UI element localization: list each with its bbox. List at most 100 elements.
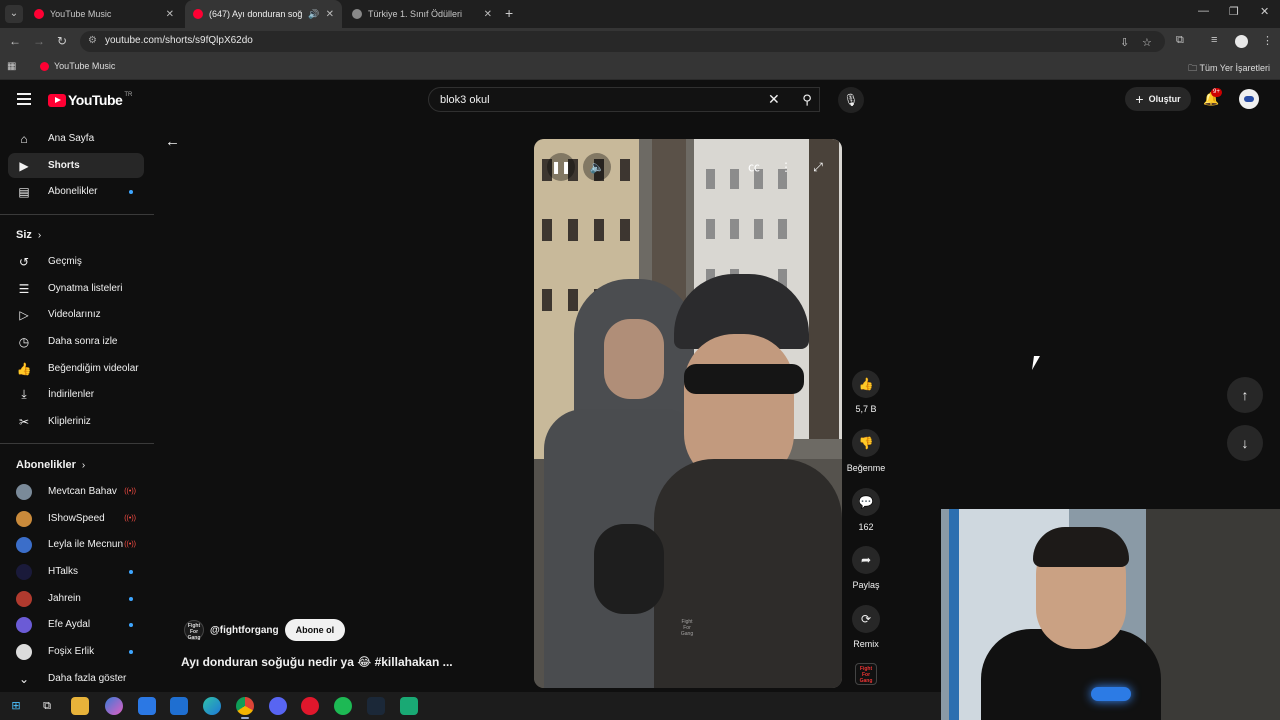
- pause-icon[interactable]: ❚❚: [547, 153, 575, 181]
- show-more-button[interactable]: ⌄ Daha fazla göster: [8, 666, 144, 691]
- watch-later-icon: ◷: [18, 334, 30, 349]
- like-action[interactable]: 👍 5,7 B: [846, 370, 886, 414]
- subscriptions-section-heading[interactable]: Abonelikler ›: [16, 459, 85, 471]
- close-tab-icon[interactable]: ✕: [484, 9, 492, 20]
- search-query-text[interactable]: blok3 okul: [440, 94, 490, 106]
- outlook-icon[interactable]: [170, 697, 188, 715]
- comments-action[interactable]: 💬 162: [846, 488, 886, 532]
- all-bookmarks-button[interactable]: 🗀 Tüm Yer İşaretleri: [1188, 61, 1270, 77]
- extensions-icon[interactable]: ⧉: [1176, 34, 1184, 47]
- sidebar-channel-htalks[interactable]: HTalks: [8, 559, 144, 584]
- channel-avatar[interactable]: Fight For Gang: [184, 620, 204, 641]
- app-icon[interactable]: [400, 697, 418, 715]
- sidebar-item-playlists[interactable]: ☰ Oynatma listeleri: [8, 276, 144, 301]
- discord-icon[interactable]: [269, 697, 287, 715]
- volume-icon[interactable]: 🔈: [583, 153, 611, 181]
- sidebar-channel-ishowspeed[interactable]: IShowSpeed ((•)): [8, 506, 144, 531]
- sidebar-item-home[interactable]: ⌂ Ana Sayfa: [8, 126, 144, 151]
- microphone-icon[interactable]: 🎙: [838, 87, 864, 113]
- install-app-icon[interactable]: ⇩: [1120, 36, 1129, 49]
- menu-icon[interactable]: [17, 93, 31, 105]
- store-icon[interactable]: [138, 697, 156, 715]
- channel-thumbnail[interactable]: Fight For Gang: [855, 663, 877, 685]
- search-input[interactable]: blok3 okul ✕: [428, 87, 820, 112]
- sidebar-item-subscriptions[interactable]: ▤ Abonelikler: [8, 179, 144, 204]
- apps-grid-icon[interactable]: ▦: [7, 61, 16, 72]
- share-icon[interactable]: ➦: [852, 546, 880, 574]
- channel-handle[interactable]: @fightforgang: [210, 625, 279, 636]
- close-tab-icon[interactable]: ✕: [166, 9, 174, 20]
- sidebar-channel-mevtcan-bahav[interactable]: Mevtcan Bahav ((•)): [8, 479, 144, 504]
- you-section-heading[interactable]: Siz ›: [16, 229, 41, 241]
- windows-start-icon[interactable]: ⊞: [7, 697, 25, 715]
- fullscreen-icon[interactable]: ⤢: [804, 153, 832, 181]
- reload-icon[interactable]: ↻: [57, 34, 67, 48]
- chrome-icon[interactable]: [236, 697, 254, 719]
- minimize-icon[interactable]: —: [1198, 5, 1209, 17]
- task-view-icon[interactable]: ⧉: [38, 697, 56, 715]
- new-tab-button[interactable]: +: [505, 5, 513, 21]
- previous-short-button[interactable]: ↑: [1227, 377, 1263, 413]
- section-title: Abonelikler: [16, 459, 76, 471]
- restore-icon[interactable]: ❐: [1229, 5, 1239, 18]
- more-menu-icon[interactable]: ⋮: [1262, 34, 1273, 47]
- streamer-webcam: [941, 509, 1280, 720]
- clear-search-icon[interactable]: ✕: [768, 91, 780, 108]
- sidebar-channel-efe-aydal[interactable]: Efe Aydal: [8, 612, 144, 637]
- sidebar-item-label: Daha sonra izle: [48, 336, 118, 347]
- channel-avatar: [16, 510, 32, 527]
- remix-action[interactable]: ⟳ Remix: [846, 605, 886, 649]
- next-short-button[interactable]: ↓: [1227, 425, 1263, 461]
- account-avatar[interactable]: [1239, 89, 1259, 109]
- create-button[interactable]: + Oluştur: [1125, 87, 1191, 111]
- sidebar-channel-jahrein[interactable]: Jahrein: [8, 586, 144, 611]
- sidebar-item-watch-later[interactable]: ◷ Daha sonra izle: [8, 329, 144, 354]
- speaker-icon[interactable]: 🔊: [308, 9, 319, 20]
- close-tab-icon[interactable]: ✕: [326, 9, 334, 20]
- youtube-logo[interactable]: YouTube TR: [48, 92, 132, 108]
- bookmark-star-icon[interactable]: ☆: [1142, 36, 1152, 49]
- address-bar[interactable]: ⚙ youtube.com/shorts/s9fQlpX62do ⇩ ☆: [80, 31, 1165, 52]
- back-arrow-icon[interactable]: ←: [165, 133, 180, 150]
- media-control-icon[interactable]: ≡: [1211, 34, 1217, 46]
- opera-icon[interactable]: [301, 697, 319, 715]
- url-text[interactable]: youtube.com/shorts/s9fQlpX62do: [105, 35, 253, 46]
- sidebar-item-liked-videos[interactable]: 👍 Beğendiğim videolar: [8, 356, 144, 381]
- edge-icon[interactable]: [203, 697, 221, 715]
- browser-toolbar: ← → ↻ ⚙ youtube.com/shorts/s9fQlpX62do ⇩…: [0, 28, 1280, 55]
- file-explorer-icon[interactable]: [71, 697, 89, 715]
- short-title[interactable]: Ayı donduran soğuğu nedir ya 😂 #killahak…: [181, 655, 453, 669]
- sidebar-item-clips[interactable]: ✂ Klipleriniz: [8, 409, 144, 434]
- tab-youtube-short[interactable]: (647) Ayı donduran soğuğu 🔊 ✕: [185, 0, 342, 28]
- site-info-icon[interactable]: ⚙: [88, 35, 97, 46]
- dislike-action[interactable]: 👎 Beğenme: [846, 429, 886, 473]
- spotify-icon[interactable]: [334, 697, 352, 715]
- sidebar-channel-fosix-erlik[interactable]: Foşix Erlik: [8, 639, 144, 664]
- sidebar-item-your-videos[interactable]: ▷ Videolarınız: [8, 302, 144, 327]
- tab-search-button[interactable]: ⌄: [5, 5, 23, 23]
- close-window-icon[interactable]: ✕: [1260, 5, 1269, 18]
- sidebar-channel-leyla-ile-mecnun[interactable]: Leyla ile Mecnun ((•)): [8, 532, 144, 557]
- subscribe-button[interactable]: Abone ol: [284, 619, 346, 641]
- bookmark-youtube-music[interactable]: YouTube Music: [40, 61, 115, 71]
- sidebar-item-shorts[interactable]: ▶ Shorts: [8, 153, 144, 178]
- more-options-icon[interactable]: ⋮: [772, 153, 800, 181]
- comment-icon[interactable]: 💬: [852, 488, 880, 516]
- sidebar-item-history[interactable]: ↺ Geçmiş: [8, 249, 144, 274]
- back-icon[interactable]: ←: [9, 34, 21, 48]
- copilot-icon[interactable]: [105, 697, 123, 715]
- share-action[interactable]: ➦ Paylaş: [846, 546, 886, 590]
- captions-icon[interactable]: ㏄: [740, 153, 768, 181]
- search-icon[interactable]: ⚲: [790, 87, 824, 112]
- notifications-bell-icon[interactable]: 🔔 9+: [1203, 88, 1222, 107]
- profile-avatar[interactable]: [1235, 35, 1248, 48]
- steam-icon[interactable]: [367, 697, 385, 715]
- thumbs-down-icon[interactable]: 👎: [852, 429, 880, 457]
- remix-icon[interactable]: ⟳: [852, 605, 880, 633]
- forward-icon[interactable]: →: [33, 34, 45, 48]
- tab-youtube-music[interactable]: YouTube Music ✕: [26, 0, 182, 28]
- short-video-player[interactable]: Fight For Gang ❚❚ 🔈 ㏄ ⋮ ⤢: [534, 139, 842, 688]
- tab-turkiye-odulleri[interactable]: Türkiye 1. Sınıf Ödülleri ✕: [344, 0, 500, 28]
- thumbs-up-icon[interactable]: 👍: [852, 370, 880, 398]
- sidebar-item-downloads[interactable]: ⤓ İndirilenler: [8, 382, 144, 407]
